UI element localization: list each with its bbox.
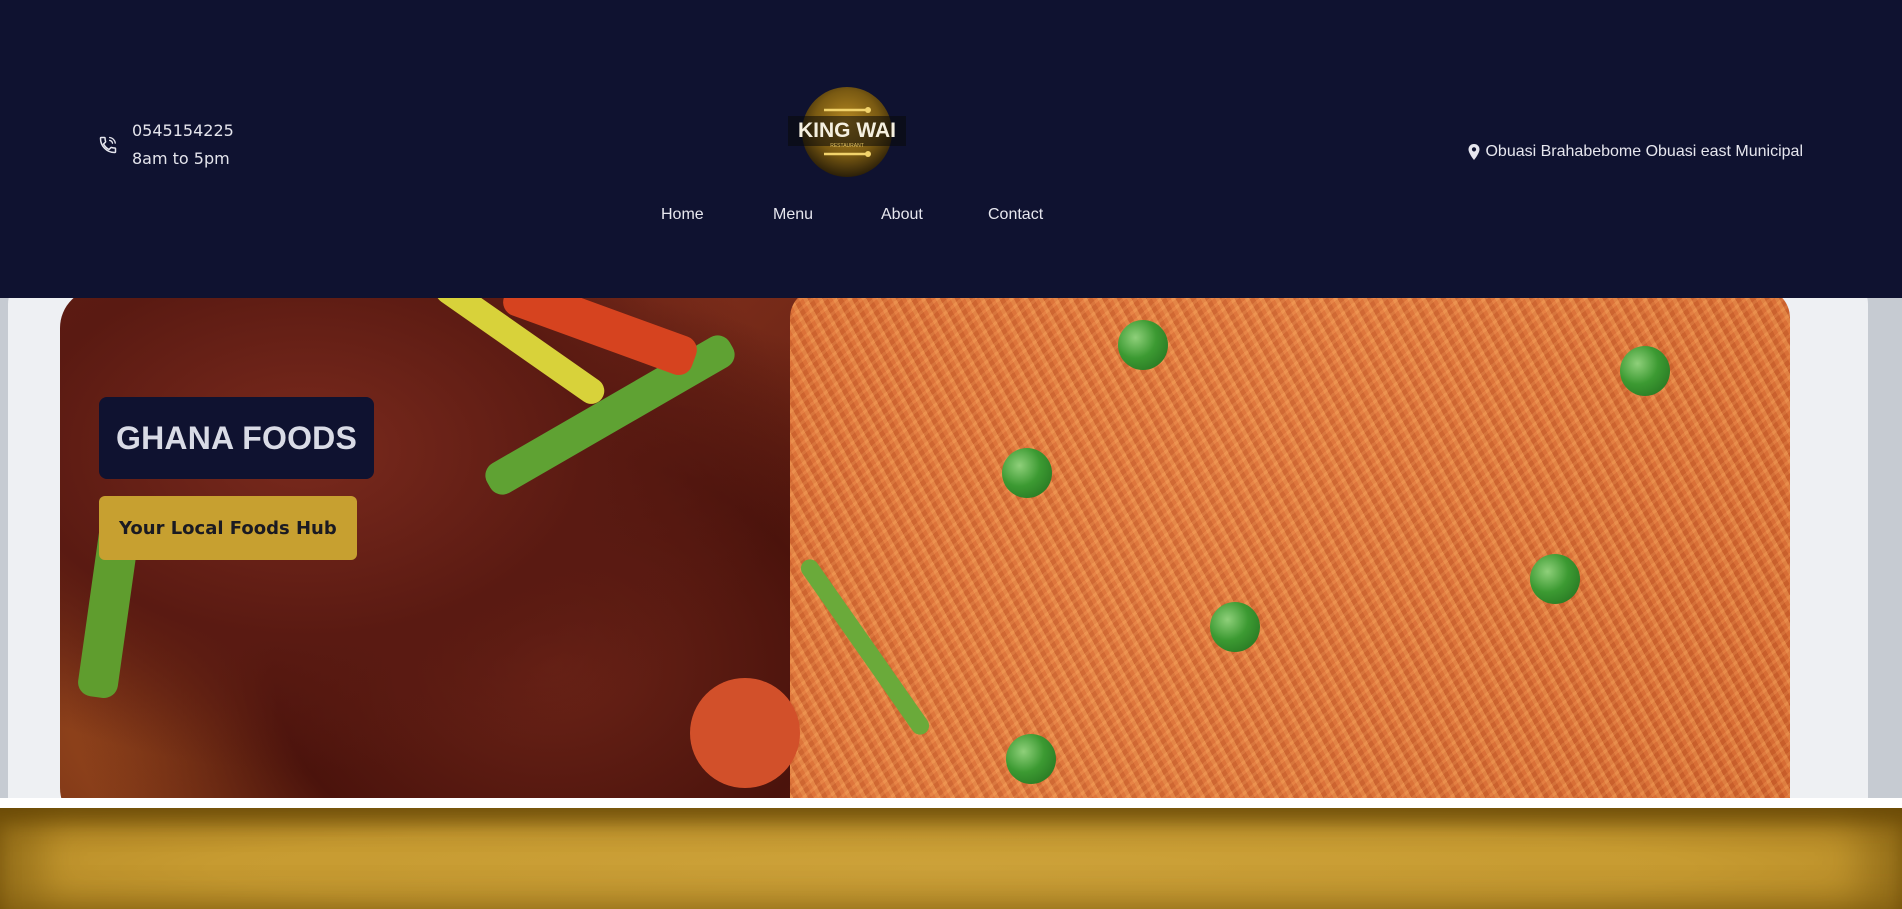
nav-about[interactable]: About [881,206,923,224]
site-header: 0545154225 8am to 5pm KING WAI RESTAURAN… [0,0,1902,298]
section-divider [0,798,1902,808]
hero-pepper-red-2 [690,678,800,788]
logo-subtext: RESTAURANT [830,143,864,149]
phone-number[interactable]: 0545154225 [132,120,234,142]
hero-pea [1002,448,1052,498]
hero-pea [1530,554,1580,604]
main-nav: Home Menu About Contact [0,206,1902,234]
hero-subtitle-box: Your Local Foods Hub [99,496,357,560]
phone-icon [98,135,118,155]
address-text: Obuasi Brahabebome Obuasi east Municipal [1485,143,1803,160]
nav-home[interactable]: Home [661,206,704,224]
restaurant-logo[interactable]: KING WAI RESTAURANT [788,86,906,178]
opening-hours: 8am to 5pm [132,149,230,168]
hero-pea [1210,602,1260,652]
address-info: Obuasi Brahabebome Obuasi east Municipal [1467,143,1803,161]
nav-contact[interactable]: Contact [988,206,1043,224]
hero-banner: GHANA FOODS Your Local Foods Hub [0,298,1902,798]
hero-pea [1620,346,1670,396]
hero-pea [1006,734,1056,784]
contact-lines: 0545154225 8am to 5pm [132,120,234,170]
hero-subtitle: Your Local Foods Hub [119,517,337,539]
nav-menu[interactable]: Menu [773,206,813,224]
hero-pea [1118,320,1168,370]
map-pin-icon [1467,143,1481,161]
hero-title-box: GHANA FOODS [99,397,375,479]
logo-text: KING WAI [798,119,896,142]
gold-section [0,808,1902,909]
contact-info: 0545154225 8am to 5pm [98,120,234,170]
hero-title: GHANA FOODS [116,419,358,456]
